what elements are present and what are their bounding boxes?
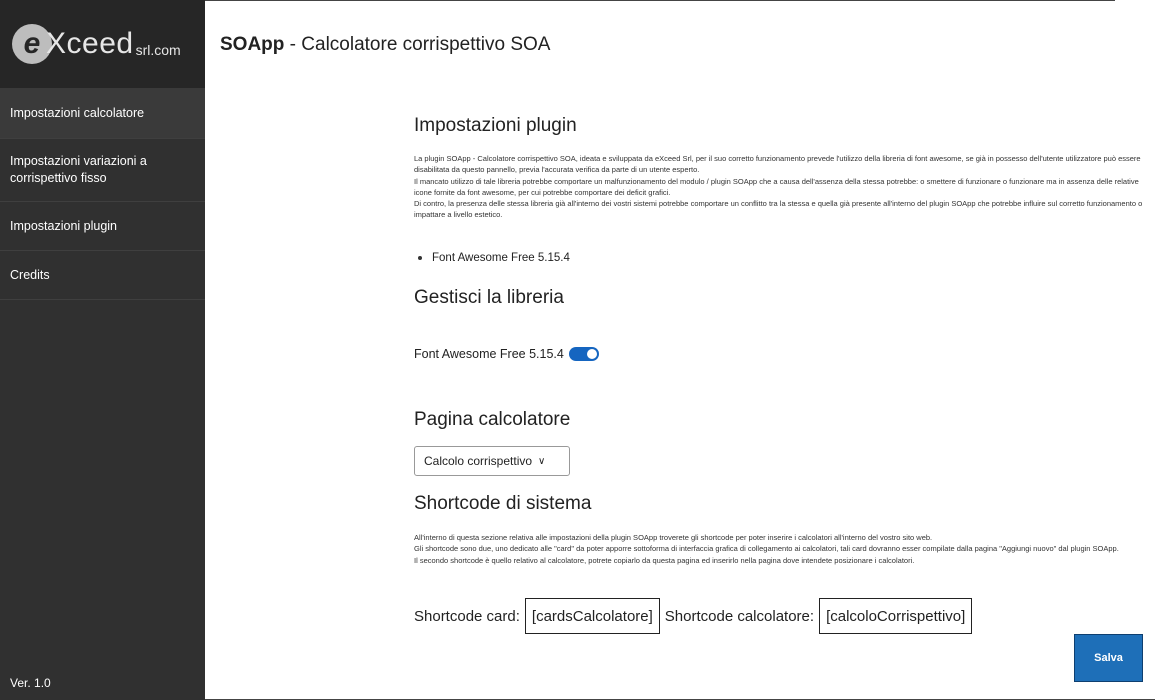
version-label: Ver. 1.0 [10, 676, 51, 690]
sidebar-item-label: Impostazioni calcolatore [10, 105, 145, 120]
library-list-item: Font Awesome Free 5.15.4 [414, 252, 570, 264]
calc-page-title: Pagina calcolatore [414, 409, 571, 430]
chevron-down-icon: ∨ [538, 455, 546, 467]
shortcode-calc-label: Shortcode calcolatore: [664, 607, 815, 625]
sidebar-item-credits[interactable]: Credits [0, 251, 205, 300]
shortcode-row: Shortcode card: [cardsCalcolatore] Short… [414, 598, 977, 634]
select-value: Calcolo corrispettivo [424, 454, 533, 468]
sidebar-item-label: Credits [10, 267, 50, 282]
library-name: Font Awesome Free 5.15.4 [432, 252, 570, 264]
logo: e Xceed srl.com [0, 0, 205, 88]
logo-text: Xceed [46, 27, 134, 60]
sidebar-item-plugin[interactable]: Impostazioni plugin [0, 202, 205, 251]
sidebar-item-calcolatore[interactable]: Impostazioni calcolatore [0, 88, 205, 139]
sidebar: e Xceed srl.com Impostazioni calcolatore… [0, 0, 205, 700]
toggle-label: Font Awesome Free 5.15.4 [414, 347, 564, 361]
font-awesome-toggle[interactable] [568, 347, 599, 361]
description-paragraph: La plugin SOApp - Calcolatore corrispett… [414, 154, 1141, 175]
sidebar-item-label: Impostazioni variazioni a corrispettivo … [10, 154, 147, 185]
description-paragraph: Il mancato utilizzo di tale libreria pot… [414, 176, 1139, 197]
description-paragraph: All'interno di questa sezione relativa a… [414, 533, 933, 542]
bullet-dot [418, 256, 422, 260]
logo-domain: srl.com [135, 42, 181, 58]
description-paragraph: Il secondo shortcode è quello relativo a… [414, 555, 915, 565]
shortcode-calc-value[interactable]: [calcoloCorrispettivo] [819, 598, 973, 634]
plugin-settings-title: Impostazioni plugin [414, 115, 577, 136]
shortcode-title: Shortcode di sistema [414, 493, 592, 514]
app-subtitle: - Calcolatore corrispettivo SOA [284, 34, 551, 55]
app-name: SOApp [220, 34, 285, 55]
plugin-settings-description: La plugin SOApp - Calcolatore corrispett… [414, 153, 1144, 221]
shortcode-description: All'interno di questa sezione relativa a… [414, 532, 1144, 566]
library-manage-title: Gestisci la libreria [414, 287, 564, 308]
sidebar-item-variazioni[interactable]: Impostazioni variazioni a corrispettivo … [0, 139, 205, 202]
sidebar-item-label: Impostazioni plugin [10, 218, 118, 233]
shortcode-card-label: Shortcode card: [414, 607, 520, 625]
page-title: SOApp - Calcolatore corrispettivo SOA [220, 34, 550, 56]
save-button[interactable]: Salva [1074, 634, 1143, 682]
description-paragraph: Di contro, la presenza delle stessa libr… [414, 199, 1143, 220]
description-paragraph: Gli shortcode sono due, uno dedicato all… [414, 544, 1119, 554]
toggle-knob [586, 349, 597, 359]
shortcode-card-value[interactable]: [cardsCalcolatore] [524, 598, 660, 634]
frame-top-border [205, 0, 1115, 1]
library-toggle-row: Font Awesome Free 5.15.4 [414, 347, 599, 361]
calc-page-select[interactable]: Calcolo corrispettivo ∨ [414, 446, 570, 476]
